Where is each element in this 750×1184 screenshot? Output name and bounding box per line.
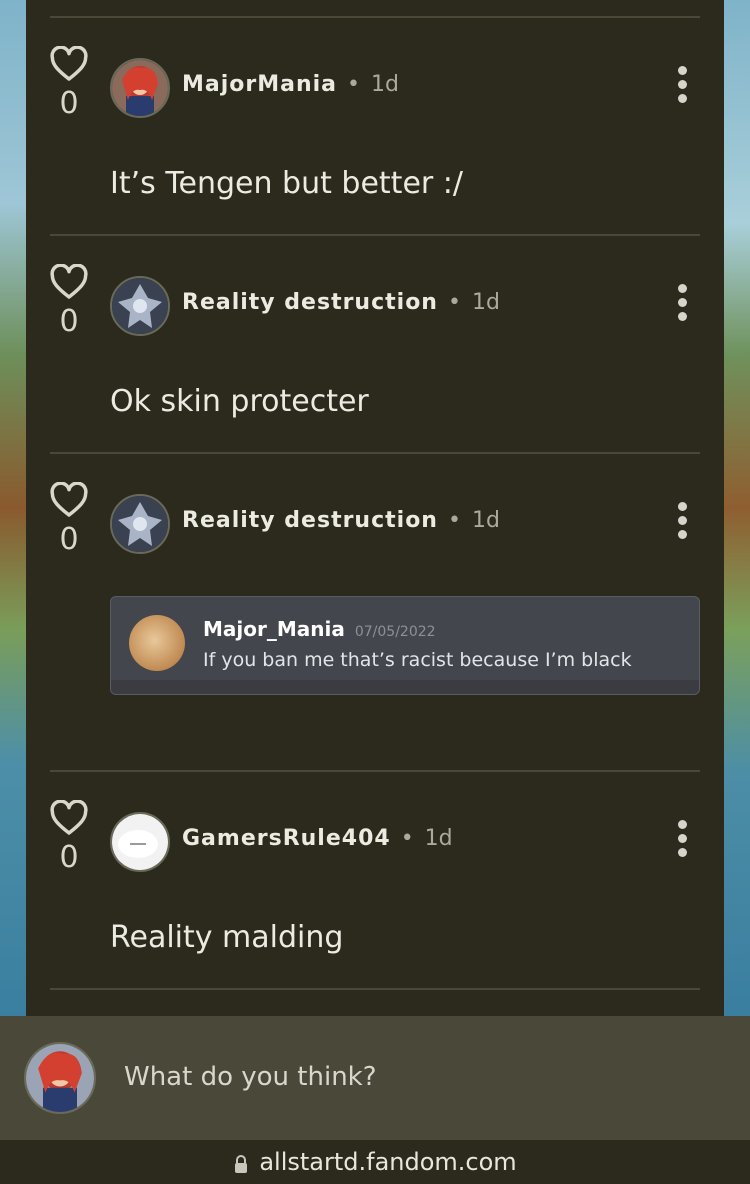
separator-dot: •	[400, 826, 415, 851]
author-line: GamersRule404 • 1d	[182, 826, 453, 851]
heart-icon[interactable]	[50, 46, 88, 82]
avatar[interactable]	[110, 276, 170, 336]
heart-icon[interactable]	[50, 800, 88, 836]
like-count: 0	[59, 522, 79, 557]
embed-avatar	[129, 615, 185, 671]
embed-author-name: Major_Mania	[203, 617, 345, 641]
embed-message: If you ban me that’s racist because I’m …	[203, 649, 632, 671]
background-art-right	[724, 0, 750, 1016]
embed-bottom-bar	[111, 680, 699, 694]
timestamp: 1d	[471, 290, 500, 315]
embed-date: 07/05/2022	[354, 624, 436, 640]
divider	[50, 988, 700, 990]
avatar	[24, 1042, 96, 1114]
comment-text: Ok skin protecter	[110, 384, 369, 419]
author-name[interactable]: MajorMania	[182, 72, 337, 97]
more-vertical-icon[interactable]	[672, 284, 692, 324]
more-vertical-icon[interactable]	[672, 502, 692, 542]
like-control[interactable]: 0	[48, 264, 90, 339]
author-name[interactable]: Reality destruction	[182, 290, 438, 315]
lock-icon	[233, 1154, 249, 1178]
like-count: 0	[59, 86, 79, 121]
timestamp: 1d	[424, 826, 453, 851]
separator-dot: •	[447, 508, 462, 533]
like-count: 0	[59, 304, 79, 339]
divider	[50, 452, 700, 454]
separator-dot: •	[447, 290, 462, 315]
author-line: MajorMania • 1d	[182, 72, 399, 97]
heart-icon[interactable]	[50, 482, 88, 518]
more-vertical-icon[interactable]	[672, 66, 692, 106]
comment-input-placeholder[interactable]: What do you think?	[124, 1062, 377, 1092]
browser-address-bar[interactable]: allstartd.fandom.com	[0, 1140, 750, 1184]
comments-panel: 0 MajorMania • 1d It’s Tengen but better :…	[26, 0, 724, 1016]
url-text: allstartd.fandom.com	[259, 1148, 517, 1176]
author-name[interactable]: GamersRule404	[182, 826, 391, 851]
comment-text: It’s Tengen but better :/	[110, 166, 463, 201]
timestamp: 1d	[371, 72, 399, 97]
separator-dot: •	[347, 72, 362, 97]
author-name[interactable]: Reality destruction	[182, 508, 438, 533]
comment-composer[interactable]: What do you think?	[0, 1016, 750, 1140]
more-vertical-icon[interactable]	[672, 820, 692, 860]
author-line: Reality destruction • 1d	[182, 508, 500, 533]
like-control[interactable]: 0	[48, 46, 90, 121]
heart-icon[interactable]	[50, 264, 88, 300]
screenshot-embed[interactable]: Major_Mania 07/05/2022 If you ban me that…	[110, 596, 700, 695]
avatar[interactable]	[110, 58, 170, 118]
like-control[interactable]: 0	[48, 482, 90, 557]
embed-author: Major_Mania 07/05/2022	[203, 617, 436, 641]
divider	[50, 16, 700, 18]
like-control[interactable]: 0	[48, 800, 90, 875]
background-art-left	[0, 0, 26, 1016]
avatar[interactable]	[110, 812, 170, 872]
author-line: Reality destruction • 1d	[182, 290, 500, 315]
like-count: 0	[59, 840, 79, 875]
divider	[50, 770, 700, 772]
timestamp: 1d	[471, 508, 500, 533]
comment-text: Reality malding	[110, 920, 344, 955]
divider	[50, 234, 700, 236]
avatar[interactable]	[110, 494, 170, 554]
